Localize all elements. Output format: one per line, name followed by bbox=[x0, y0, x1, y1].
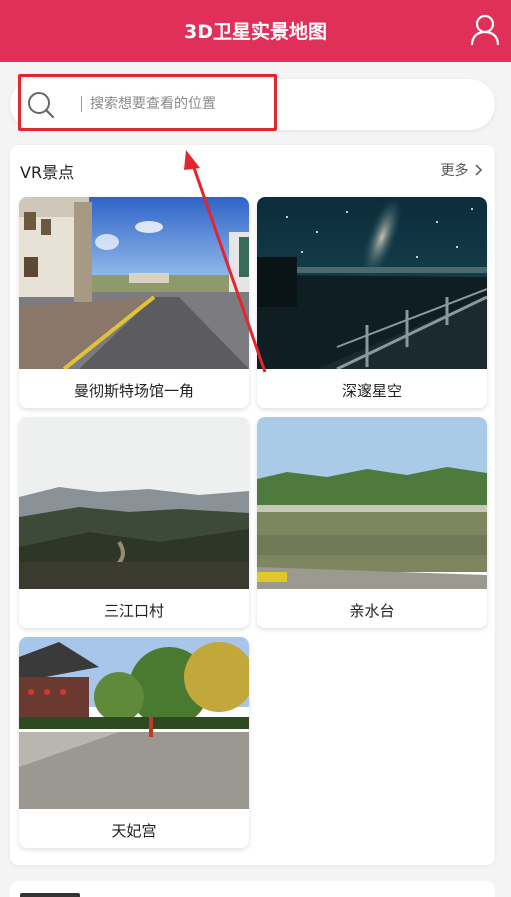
vr-card[interactable]: 三江口村 bbox=[19, 417, 249, 628]
vr-card-label: 三江口村 bbox=[103, 602, 164, 620]
vr-card-label: 深邃星空 bbox=[341, 382, 402, 400]
vr-card[interactable]: 深邃星空 bbox=[257, 197, 487, 408]
page-title: 3D卫星实景地图 bbox=[184, 21, 327, 43]
vr-card[interactable]: 天妃宫 bbox=[19, 637, 249, 848]
vr-card-label: 亲水台 bbox=[349, 602, 395, 620]
vr-thumbnail bbox=[257, 417, 487, 589]
more-label: 更多 bbox=[440, 163, 469, 179]
vr-section-panel: VR景点 更多 曼彻斯特场馆一角 深邃星空 三江口村 亲水台 天妃宫 bbox=[10, 145, 495, 865]
vr-thumbnail bbox=[257, 197, 487, 369]
vr-card[interactable]: 亲水台 bbox=[257, 417, 487, 628]
user-profile-button[interactable] bbox=[470, 14, 500, 46]
chevron-right-icon bbox=[475, 164, 483, 176]
vr-thumbnail bbox=[19, 197, 249, 369]
vr-thumbnail bbox=[19, 637, 249, 809]
more-link[interactable]: 更多 bbox=[441, 160, 483, 180]
vr-thumbnail bbox=[19, 417, 249, 589]
user-icon bbox=[470, 14, 500, 46]
annotation-highlight-box bbox=[18, 74, 277, 131]
vr-card-label: 天妃宫 bbox=[111, 822, 157, 840]
vr-card[interactable]: 曼彻斯特场馆一角 bbox=[19, 197, 249, 408]
section-title: VR景点 bbox=[20, 163, 75, 182]
next-section-panel bbox=[10, 881, 495, 897]
vr-card-label: 曼彻斯特场馆一角 bbox=[73, 382, 194, 400]
app-header: 3D卫星实景地图 bbox=[0, 0, 511, 62]
section-title-partial bbox=[20, 893, 80, 897]
